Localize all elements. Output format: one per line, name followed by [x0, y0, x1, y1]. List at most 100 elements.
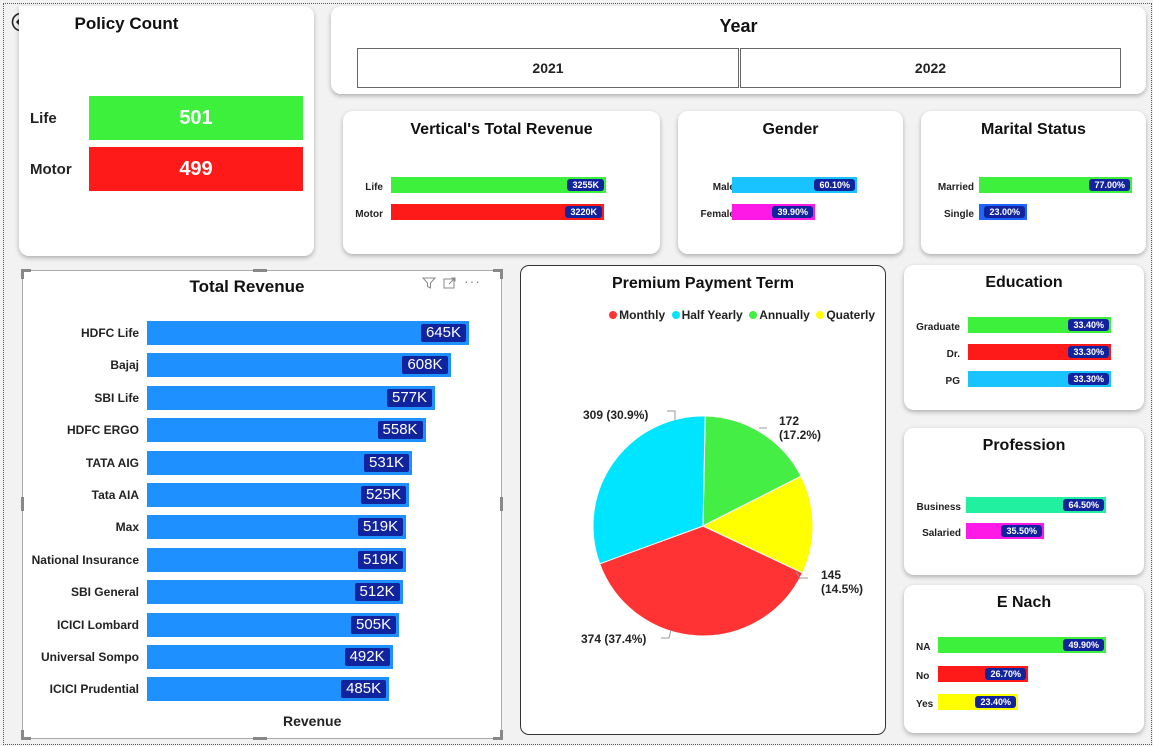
profession-salaried-value: 35.50% [1001, 525, 1042, 537]
e-nach-na-label: NA [916, 642, 931, 653]
profession-salaried-bar[interactable]: 35.50% [966, 523, 1044, 539]
education-dr-label: Dr. [946, 349, 960, 360]
marital-married-value: 77.00% [1089, 179, 1130, 191]
revenue-category-label: Universal Sompo [40, 650, 139, 664]
revenue-bar[interactable]: 512K [147, 580, 403, 605]
revenue-bar-value: 608K [402, 356, 448, 375]
marital-single-label: Single [943, 209, 974, 220]
revenue-bar[interactable]: 608K [147, 353, 451, 378]
profession-title: Profession [982, 437, 1066, 454]
vertical-motor-label: Motor [355, 209, 383, 220]
vertical-motor-bar[interactable]: 3220K [391, 204, 604, 220]
e-nach-no-value: 26.70% [985, 668, 1026, 680]
e-nach-yes-value: 23.40% [975, 696, 1016, 708]
pie-leader-line [667, 410, 676, 420]
e-nach-title: E Nach [996, 594, 1052, 611]
education-graduate-value: 33.40% [1068, 319, 1109, 331]
policy-life-value[interactable]: 501 [89, 96, 303, 140]
revenue-bar[interactable]: 531K [147, 450, 413, 475]
revenue-category-label: HDFC ERGO [67, 423, 139, 438]
revenue-category-label: Max [115, 520, 139, 535]
pie-label-half-yearly: 309 (30.9%) [583, 408, 649, 422]
year-slicer-card: Year 2021 2022 [331, 6, 1146, 94]
revenue-bar-value: 485K [341, 680, 387, 699]
total-revenue-chart: HDFC Life 645K Bajaj 608K SBI Life 577K HDFC E… [23, 271, 501, 738]
revenue-bar[interactable]: 519K [147, 547, 407, 572]
e-nach-na-value: 49.90% [1063, 639, 1104, 651]
revenue-category-label: SBI General [70, 585, 139, 600]
marital-status-card: Marital Status Married 77.00% Single 23.… [921, 111, 1146, 254]
e-nach-no-bar[interactable]: 26.70% [938, 666, 1028, 682]
policy-motor-label: Motor [30, 161, 72, 178]
revenue-bar-value: 577K [387, 388, 433, 407]
revenue-category-label: TATA AIG [85, 455, 139, 470]
vertical-motor-value: 3220K [565, 206, 602, 218]
policy-count-card: Policy Count Life 501 Motor 499 [19, 6, 314, 256]
gender-card: Gender Male 60.10% Female 39.90% [678, 111, 903, 254]
revenue-bar-value: 645K [420, 324, 466, 342]
e-nach-yes-bar[interactable]: 23.40% [938, 694, 1018, 710]
revenue-bar[interactable]: 485K [147, 677, 390, 702]
profession-card: Profession Business 64.50% Salaried 35.5… [904, 428, 1144, 575]
revenue-bar-value: 531K [364, 453, 410, 472]
revenue-bar-value: 505K [351, 615, 397, 634]
year-title: Year [719, 16, 758, 36]
revenue-bar[interactable]: 519K [147, 515, 407, 540]
revenue-bar[interactable]: 577K [147, 385, 436, 410]
total-revenue-card[interactable]: ··· Total Revenue HDFC Life 645K Bajaj 608K… [21, 269, 503, 740]
education-card: Education Graduate 33.40% Dr. 33.30% PG … [904, 265, 1144, 410]
gender-female-value: 39.90% [772, 206, 813, 218]
vertical-revenue-card: Vertical's Total Revenue Life 3255K Moto… [343, 111, 660, 254]
education-graduate-label: Graduate [916, 322, 960, 333]
year-option-2021[interactable]: 2021 [357, 48, 739, 88]
education-pg-label: PG [945, 376, 960, 387]
vertical-revenue-title: Vertical's Total Revenue [410, 121, 593, 138]
revenue-bar[interactable]: 492K [147, 645, 393, 669]
pie-label-annually-pct: (17.2%) [779, 428, 822, 442]
policy-motor-value[interactable]: 499 [89, 147, 303, 191]
total-revenue-xlabel: Revenue [283, 713, 342, 729]
premium-payment-card: Premium Payment Term Monthly Half Yearly… [520, 265, 886, 735]
revenue-category-label: Bajaj [110, 358, 139, 373]
education-graduate-bar[interactable]: 33.40% [968, 317, 1111, 333]
profession-business-bar[interactable]: 64.50% [966, 497, 1106, 513]
pie-label-annually-value: 172 [779, 414, 800, 428]
vertical-life-label: Life [365, 182, 383, 193]
marital-single-value: 23.00% [984, 206, 1025, 218]
pie-label-monthly: 374 (37.4%) [581, 632, 647, 646]
e-nach-na-bar[interactable]: 49.90% [938, 637, 1106, 653]
pie-label-quaterly-value: 145 [821, 568, 842, 582]
revenue-bar[interactable]: 525K [147, 483, 410, 507]
profession-business-label: Business [916, 502, 961, 513]
e-nach-yes-label: Yes [916, 699, 934, 710]
revenue-bar-value: 492K [344, 648, 390, 666]
revenue-bar-value: 558K [377, 421, 423, 440]
premium-pie-chart [592, 410, 814, 639]
vertical-life-bar[interactable]: 3255K [391, 177, 606, 193]
gender-male-bar[interactable]: 60.10% [732, 177, 857, 193]
gender-female-bar[interactable]: 39.90% [732, 204, 815, 220]
revenue-bar[interactable]: 505K [147, 612, 400, 637]
marital-single-bar[interactable]: 23.00% [979, 204, 1027, 220]
education-pg-value: 33.30% [1068, 373, 1109, 385]
revenue-bar-value: 519K [358, 518, 404, 537]
education-dr-bar[interactable]: 33.30% [968, 344, 1111, 360]
revenue-category-label: SBI Life [94, 390, 139, 405]
marital-married-bar[interactable]: 77.00% [979, 177, 1132, 193]
year-option-2022[interactable]: 2022 [740, 48, 1121, 88]
education-pg-bar[interactable]: 33.30% [968, 371, 1111, 387]
revenue-category-label: National Insurance [31, 552, 139, 567]
education-dr-value: 33.30% [1068, 346, 1109, 358]
revenue-bar[interactable]: 645K [147, 321, 469, 345]
pie-label-quaterly-pct: (14.5%) [821, 582, 864, 596]
gender-title: Gender [762, 121, 819, 138]
e-nach-card: E Nach NA 49.90% No 26.70% Yes 23.40% [904, 585, 1144, 733]
education-title: Education [985, 274, 1063, 291]
revenue-bar[interactable]: 558K [147, 418, 426, 443]
vertical-life-value: 3255K [567, 179, 604, 191]
revenue-bar-value: 525K [361, 486, 407, 504]
revenue-category-label: HDFC Life [81, 326, 139, 340]
gender-female-label: Female [700, 209, 735, 220]
marital-married-label: Married [937, 182, 974, 193]
policy-count-title: Policy Count [74, 14, 179, 33]
